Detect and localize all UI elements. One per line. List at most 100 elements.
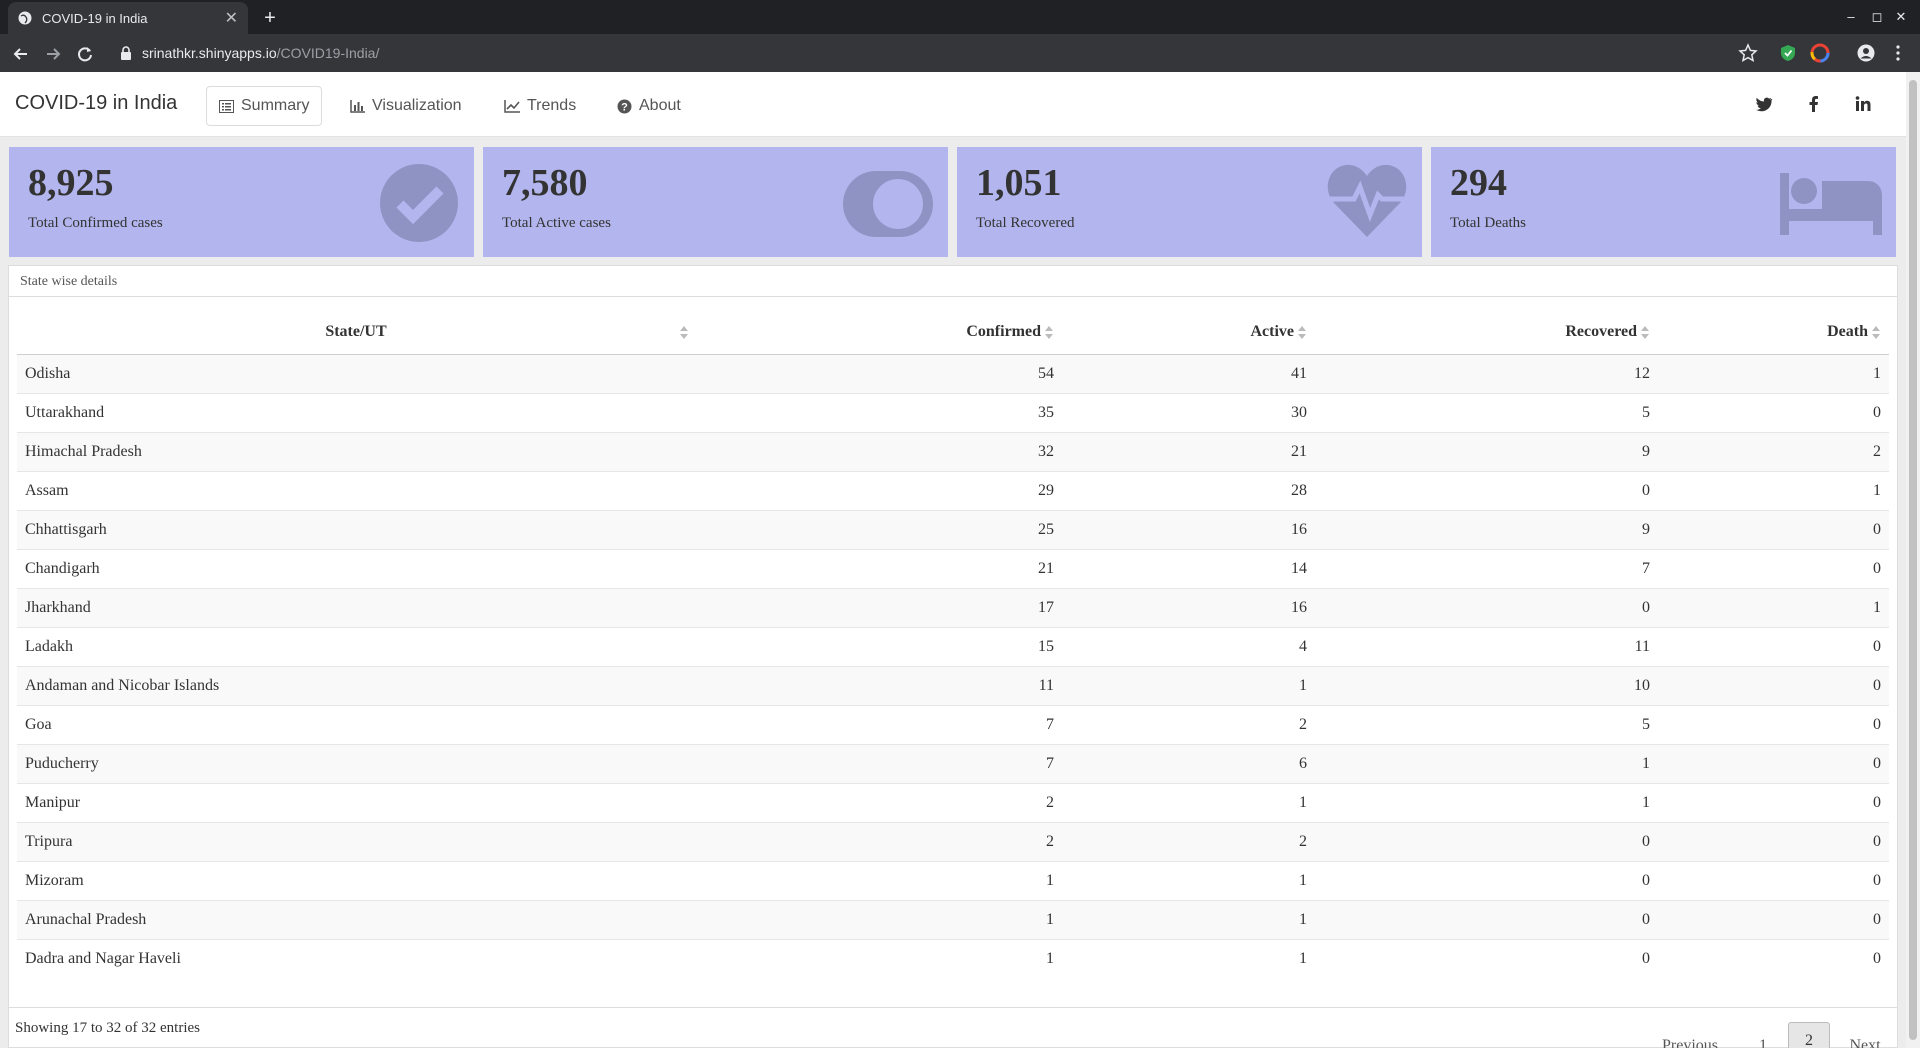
count-cell: 32 [695,431,1062,471]
state-name-cell: Dadra and Nagar Haveli [17,938,695,978]
pagination-previous[interactable]: Previous [1652,1028,1728,1048]
count-cell: 54 [695,353,1062,393]
forward-icon[interactable] [42,43,64,65]
column-header-state[interactable]: State/UT [17,311,695,355]
tab-trends[interactable]: Trends [492,86,588,126]
count-cell: 1 [695,860,1062,900]
pagination-next[interactable]: Next [1837,1028,1893,1048]
table-row: Ladakh 15 4 11 0 [17,626,1889,666]
facebook-icon[interactable] [1804,94,1824,114]
column-header-death[interactable]: Death [1658,311,1889,355]
table-row: Dadra and Nagar Haveli 1 1 0 0 [17,938,1889,978]
count-cell: 16 [1062,587,1315,627]
browser-toolbar: srinathkr.shinyapps.io/COVID19-India/ [0,34,1920,72]
count-cell: 0 [1658,509,1889,549]
star-icon[interactable] [1738,43,1758,63]
state-name-cell: Jharkhand [17,587,695,627]
column-header-active[interactable]: Active [1062,311,1315,355]
count-cell: 2 [1062,704,1315,744]
list-icon [219,99,234,113]
count-cell: 10 [1315,665,1658,705]
state-name-cell: Arunachal Pradesh [17,899,695,939]
count-cell: 0 [1658,626,1889,666]
url-host: srinathkr.shinyapps.io [142,45,277,61]
browser-tab[interactable]: COVID-19 in India ✕ [8,2,248,34]
value-box-active: 7,580 Total Active cases [483,147,948,257]
minimize-icon[interactable]: – [1840,6,1862,28]
close-tab-icon[interactable]: ✕ [225,8,238,28]
count-cell: 0 [1658,860,1889,900]
panel-title: State wise details [9,266,1897,297]
count-cell: 17 [695,587,1062,627]
new-tab-icon[interactable]: + [258,6,282,30]
tab-visualization[interactable]: Visualization [338,86,474,126]
state-name-cell: Assam [17,470,695,510]
table-row: Mizoram 1 1 0 0 [17,860,1889,900]
tab-about[interactable]: ? About [605,86,693,126]
address-bar[interactable]: srinathkr.shinyapps.io/COVID19-India/ [110,38,1770,68]
state-name-cell: Andaman and Nicobar Islands [17,665,695,705]
value-box-label: Total Recovered [976,215,1075,231]
column-header-label: Active [1250,323,1294,341]
pagination-page-1[interactable]: 1 [1746,1028,1780,1048]
sort-icon [679,326,689,340]
value-box-label: Total Active cases [502,215,611,231]
state-details-panel: State wise details State/UT Confirmed Ac… [8,265,1898,1048]
count-cell: 1 [1315,782,1658,822]
back-icon[interactable] [10,43,32,65]
count-cell: 1 [1062,665,1315,705]
count-cell: 0 [1658,899,1889,939]
count-cell: 14 [1062,548,1315,588]
column-header-recovered[interactable]: Recovered [1315,311,1658,355]
page-scrollbar-thumb[interactable] [1909,80,1917,1040]
shield-extension-icon[interactable] [1778,43,1798,63]
table-row: Andaman and Nicobar Islands 11 1 10 0 [17,665,1889,705]
toggle-on-icon [843,171,933,237]
column-header-label: Confirmed [966,323,1041,341]
count-cell: 41 [1062,353,1315,393]
value-box-label: Total Deaths [1450,215,1527,231]
close-window-icon[interactable]: ✕ [1890,6,1912,28]
count-cell: 0 [1658,938,1889,978]
tab-summary[interactable]: Summary [206,86,323,126]
menu-kebab-icon[interactable] [1888,43,1908,63]
count-cell: 35 [695,392,1062,432]
count-cell: 1 [1315,743,1658,783]
value-box-number: 8,925 [28,162,114,204]
sort-icon [1640,325,1650,340]
table-row: Odisha 54 41 12 1 [17,353,1889,393]
sort-icon [1297,325,1307,340]
profile-icon[interactable] [1856,43,1876,63]
check-circle-icon [380,164,458,242]
state-name-cell: Odisha [17,353,695,393]
reload-icon[interactable] [74,43,96,65]
sort-icon [1871,325,1881,340]
color-picker-extension-icon[interactable] [1810,43,1830,63]
column-header-confirmed[interactable]: Confirmed [695,311,1062,355]
count-cell: 9 [1315,431,1658,471]
pagination-page-2[interactable]: 2 [1788,1022,1830,1048]
count-cell: 7 [695,704,1062,744]
value-box-deaths: 294 Total Deaths [1431,147,1896,257]
value-box-number: 1,051 [976,162,1062,204]
count-cell: 15 [695,626,1062,666]
state-name-cell: Goa [17,704,695,744]
count-cell: 0 [1658,821,1889,861]
count-cell: 0 [1658,782,1889,822]
line-chart-icon [504,99,520,113]
count-cell: 11 [695,665,1062,705]
value-box-confirmed: 8,925 Total Confirmed cases [9,147,474,257]
value-box-label: Total Confirmed cases [28,215,163,231]
twitter-icon[interactable] [1754,94,1774,114]
count-cell: 2 [1062,821,1315,861]
linkedin-icon[interactable] [1853,94,1873,114]
brand-title[interactable]: COVID-19 in India [15,92,177,115]
count-cell: 21 [695,548,1062,588]
maximize-icon[interactable]: ◻ [1866,6,1888,28]
count-cell: 2 [695,782,1062,822]
count-cell: 5 [1315,392,1658,432]
state-name-cell: Ladakh [17,626,695,666]
table-row: Assam 29 28 0 1 [17,470,1889,510]
state-name-cell: Chhattisgarh [17,509,695,549]
count-cell: 4 [1062,626,1315,666]
